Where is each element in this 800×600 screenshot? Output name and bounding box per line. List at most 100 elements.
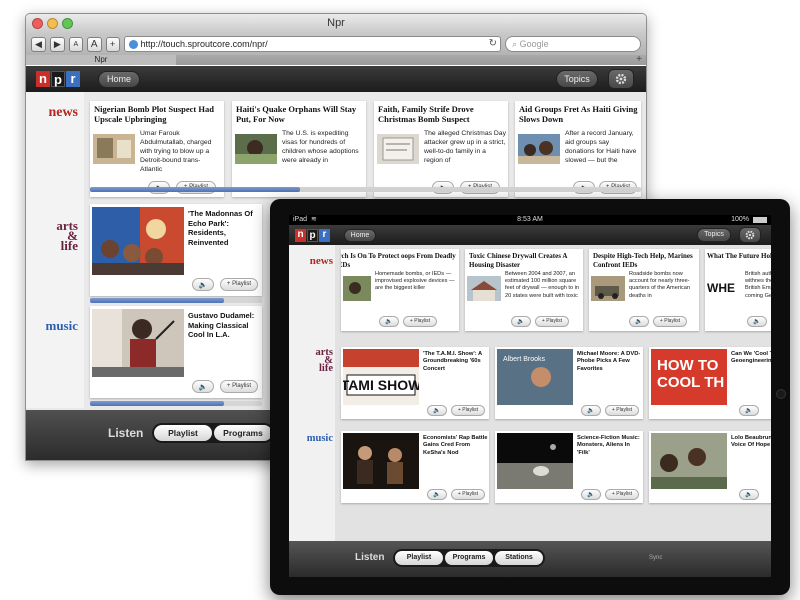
topics-button[interactable]: Topics [556,70,598,88]
add-to-playlist-button[interactable]: + Playlist [451,405,485,416]
playlist-tab[interactable]: Playlist [395,551,443,565]
music-scrollbar[interactable] [90,401,262,406]
back-button[interactable]: ◀ [31,36,46,52]
stations-tab[interactable]: Stations [495,551,543,565]
speaker-icon: 🔈 [753,319,761,325]
play-audio-button[interactable]: 🔈 [192,380,214,393]
window-title: Npr [327,17,345,29]
play-audio-button[interactable]: 🔈 [747,316,767,327]
arts-card[interactable]: Albert Brooks Michael Moore: A DVD-Phobe… [495,347,643,419]
play-audio-button[interactable]: 🔈 [427,489,447,500]
speaker-icon: 🔈 [433,492,441,498]
listen-bar: Listen Playlist Programs Stations Sync [289,541,771,577]
footer-status-text: Sync [649,555,663,561]
play-audio-button[interactable]: 🔈 [739,489,759,500]
minimize-window-button[interactable] [47,18,58,29]
listen-segmented-control: Playlist Programs [152,423,274,443]
home-hardware-button[interactable] [776,389,786,399]
scrollbar-thumb[interactable] [90,401,224,406]
title-bar: Npr [26,14,646,33]
add-to-playlist-button[interactable]: + Playlist [220,380,258,393]
add-to-playlist-button[interactable]: + Playlist [220,278,258,291]
search-placeholder: Google [519,39,549,49]
listen-segmented-control: Playlist Programs Stations [393,549,545,567]
programs-tab[interactable]: Programs [445,551,493,565]
news-card[interactable]: arch Is On To Protect oops From Deadly I… [341,249,459,331]
play-audio-button[interactable]: 🔈 [192,278,214,291]
address-bar[interactable]: http://touch.sproutcore.com/npr/ ↻ [123,36,501,52]
play-audio-button[interactable]: 🔈 [629,316,649,327]
listen-label: Listen [108,426,144,440]
music-headline: Science-Fiction Music: Monsters, Aliens … [577,435,640,456]
arts-card[interactable]: 'The Madonnas Of Echo Park': Residents, … [90,204,262,296]
news-card[interactable]: Haiti's Quake Orphans Will Stay Put, For… [232,101,366,197]
news-card[interactable]: Despite High-Tech Help, Marines Confront… [589,249,699,331]
arts-card[interactable]: TAMI SHOW 'The T.A.M.I. Show': A Groundb… [341,347,489,419]
settings-button[interactable] [608,69,634,89]
add-to-playlist-button[interactable]: + Playlist [653,316,687,327]
status-bar: iPad ≋ 8:53 AM 100% [289,215,771,225]
news-card[interactable]: Faith, Family Strife Drove Christmas Bom… [374,101,508,197]
text-larger-button[interactable]: A [86,36,102,52]
logo-letter-n: n [36,71,50,87]
forward-icon: ▶ [53,38,61,49]
music-card[interactable]: Lolo Beaubrun Voice Of Hope 🔈 [649,431,771,503]
zoom-window-button[interactable] [62,18,73,29]
close-window-button[interactable] [32,18,43,29]
add-bookmark-button[interactable]: + [105,36,120,52]
music-card[interactable]: Gustavo Dudamel: Making Classical Cool I… [90,306,262,398]
play-audio-button[interactable]: 🔈 [739,405,759,416]
play-audio-button[interactable]: 🔈 [427,405,447,416]
reload-icon[interactable]: ↻ [489,37,497,51]
add-to-playlist-button[interactable]: + Playlist [605,405,639,416]
add-to-playlist-button[interactable]: + Playlist [403,316,437,327]
new-tab-icon[interactable]: + [636,54,642,65]
home-button[interactable]: Home [344,228,376,242]
battery-percent: 100% [731,216,749,223]
news-card[interactable]: Aid Groups Fret As Haiti Giving Slows Do… [515,101,641,197]
forward-button[interactable]: ▶ [49,36,65,52]
news-card[interactable]: Toxic Chinese Drywall Creates A Housing … [465,249,583,331]
npr-logo[interactable]: n p r [36,71,80,87]
news-thumbnail [377,134,419,164]
music-card[interactable]: Economists' Rap Battle Gains Cred From K… [341,431,489,503]
arts-line-3: life [60,238,78,254]
news-summary: British author Jacques withnes the decli… [745,271,771,299]
music-headline: Lolo Beaubrun Voice Of Hope [731,435,771,449]
albert-art-text: Albert Brooks [503,356,546,363]
news-scrollbar[interactable] [90,187,641,192]
programs-tab[interactable]: Programs [214,425,272,441]
news-summary: After a record January, aid groups say d… [565,130,637,164]
play-audio-button[interactable]: 🔈 [379,316,399,327]
playlist-tab[interactable]: Playlist [154,425,212,441]
news-thumbnail [235,134,277,164]
arts-headline: 'The T.A.M.I. Show': A Groundbreaking '6… [423,351,483,372]
play-audio-button[interactable]: 🔈 [511,316,531,327]
news-card[interactable]: Nigerian Bomb Plot Suspect Had Upscale U… [90,101,224,197]
text-smaller-button[interactable]: A [68,36,83,52]
scrollbar-thumb[interactable] [90,298,224,303]
music-card[interactable]: Science-Fiction Music: Monsters, Aliens … [495,431,643,503]
home-button[interactable]: Home [98,70,140,88]
music-thumbnail [497,433,573,489]
add-to-playlist-button[interactable]: + Playlist [451,489,485,500]
arts-headline: 'The Madonnas Of Echo Park': Residents, … [188,209,253,247]
arts-card[interactable]: HOW TO COOL TH Can We 'Cool T Geoenginee… [649,347,771,419]
composite-screenshot: Npr ◀ ▶ A A + http://touch.sproutcore.co… [0,0,800,600]
npr-logo[interactable]: n p r [295,228,330,242]
logo-letter-n: n [295,228,306,242]
search-field[interactable]: ⌕ Google [505,36,641,52]
arts-scrollbar[interactable] [90,298,262,303]
play-audio-button[interactable]: 🔈 [581,405,601,416]
add-to-playlist-button[interactable]: + Playlist [535,316,569,327]
news-headline: arch Is On To Protect oops From Deadly I… [341,252,456,269]
play-audio-button[interactable]: 🔈 [581,489,601,500]
speaker-icon: 🔈 [745,492,753,498]
settings-button[interactable] [739,227,761,243]
music-thumbnail [92,309,184,377]
tab-npr[interactable]: Npr [26,55,176,65]
news-card[interactable]: What The Future Holds China Rules WHE Br… [705,249,771,331]
add-to-playlist-button[interactable]: + Playlist [605,489,639,500]
scrollbar-thumb[interactable] [90,187,300,192]
topics-button[interactable]: Topics [697,228,731,242]
